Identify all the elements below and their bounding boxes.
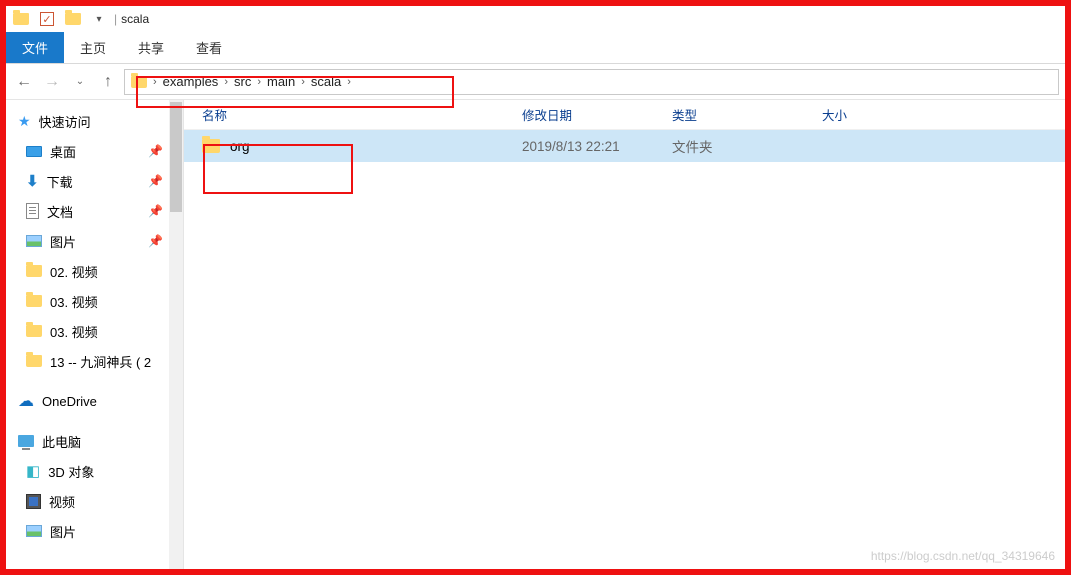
sidebar-item-3d[interactable]: ◧3D 对象 (6, 456, 183, 486)
pin-icon: 📌 (148, 234, 163, 248)
sidebar-item-desktop[interactable]: 桌面📌 (6, 136, 183, 166)
chevron-right-icon[interactable]: › (301, 76, 305, 88)
address-bar: ← → ⌄ ↑ › examples › src › main › scala … (6, 64, 1065, 100)
sidebar-item-folder[interactable]: 03. 视频 (6, 316, 183, 346)
file-row[interactable]: org 2019/8/13 22:21 文件夹 (184, 130, 1065, 162)
star-icon: ★ (18, 113, 31, 130)
cube-icon: ◧ (26, 462, 40, 480)
document-icon (26, 203, 39, 219)
chevron-right-icon[interactable]: › (224, 76, 228, 88)
breadcrumb-box[interactable]: › examples › src › main › scala › (124, 69, 1059, 95)
quick-access-label: 快速访问 (39, 112, 91, 131)
sidebar-item-downloads[interactable]: ⬇下载📌 (6, 166, 183, 196)
tab-share[interactable]: 共享 (122, 32, 180, 63)
video-icon (26, 494, 41, 509)
sidebar-quick-access[interactable]: ★ 快速访问 (6, 106, 183, 136)
column-headers: 名称 修改日期 类型 大小 (184, 100, 1065, 130)
window-title: scala (121, 12, 149, 26)
crumb-main[interactable]: main (267, 74, 295, 89)
sidebar-item-videos[interactable]: 视频 (6, 486, 183, 516)
chevron-right-icon[interactable]: › (347, 76, 351, 88)
tab-home[interactable]: 主页 (64, 32, 122, 63)
scrollbar-thumb[interactable] (170, 102, 182, 212)
col-type[interactable]: 类型 (672, 105, 822, 124)
cloud-icon: ☁ (18, 391, 34, 411)
sidebar-this-pc[interactable]: 此电脑 (6, 426, 183, 456)
ribbon-tabs: 文件 主页 共享 查看 (6, 32, 1065, 64)
nav-recent-dropdown[interactable]: ⌄ (68, 70, 92, 94)
desktop-icon (26, 146, 42, 157)
folder-icon (26, 325, 42, 337)
file-type: 文件夹 (672, 136, 822, 156)
sidebar-item-pictures[interactable]: 图片📌 (6, 226, 183, 256)
crumb-src[interactable]: src (234, 74, 251, 89)
picture-icon (26, 525, 42, 537)
chevron-right-icon[interactable]: › (257, 76, 261, 88)
sidebar-item-pictures[interactable]: 图片 (6, 516, 183, 546)
folder-icon (202, 139, 220, 153)
sidebar-scrollbar[interactable] (169, 100, 183, 569)
sidebar-item-documents[interactable]: 文档📌 (6, 196, 183, 226)
qat-check-icon[interactable]: ✓ (36, 8, 58, 30)
qat-properties-icon[interactable] (10, 8, 32, 30)
file-list: 名称 修改日期 类型 大小 org 2019/8/13 22:21 文件夹 (184, 100, 1065, 569)
nav-back-button[interactable]: ← (12, 70, 36, 94)
folder-icon (131, 76, 147, 88)
crumb-scala[interactable]: scala (311, 74, 341, 89)
nav-forward-button[interactable]: → (40, 70, 64, 94)
folder-icon (26, 295, 42, 307)
qat-dropdown-icon[interactable]: ▾ (88, 8, 110, 30)
qat-folder-icon[interactable] (62, 8, 84, 30)
chevron-right-icon[interactable]: › (153, 76, 157, 88)
pin-icon: 📌 (148, 174, 163, 188)
folder-icon (26, 265, 42, 277)
tab-file[interactable]: 文件 (6, 32, 64, 63)
sidebar-item-folder[interactable]: 03. 视频 (6, 286, 183, 316)
file-name: org (230, 139, 250, 154)
picture-icon (26, 235, 42, 247)
title-bar: ✓ ▾ | scala (6, 6, 1065, 32)
col-name[interactable]: 名称 (202, 105, 522, 124)
tab-view[interactable]: 查看 (180, 32, 238, 63)
pin-icon: 📌 (148, 144, 163, 158)
sidebar-item-folder[interactable]: 13 -- 九涧神兵 ( 2 (6, 346, 183, 376)
col-date[interactable]: 修改日期 (522, 105, 672, 124)
watermark: https://blog.csdn.net/qq_34319646 (871, 549, 1055, 563)
sidebar-onedrive[interactable]: ☁OneDrive (6, 386, 183, 416)
nav-up-button[interactable]: ↑ (96, 70, 120, 94)
pc-icon (18, 435, 34, 447)
crumb-examples[interactable]: examples (163, 74, 219, 89)
file-date: 2019/8/13 22:21 (522, 139, 672, 154)
sidebar-item-folder[interactable]: 02. 视频 (6, 256, 183, 286)
pin-icon: 📌 (148, 204, 163, 218)
col-size[interactable]: 大小 (822, 105, 912, 124)
download-icon: ⬇ (26, 172, 39, 190)
navigation-pane: ★ 快速访问 桌面📌 ⬇下载📌 文档📌 图片📌 02. 视频 03. 视频 03… (6, 100, 184, 569)
folder-icon (26, 355, 42, 367)
